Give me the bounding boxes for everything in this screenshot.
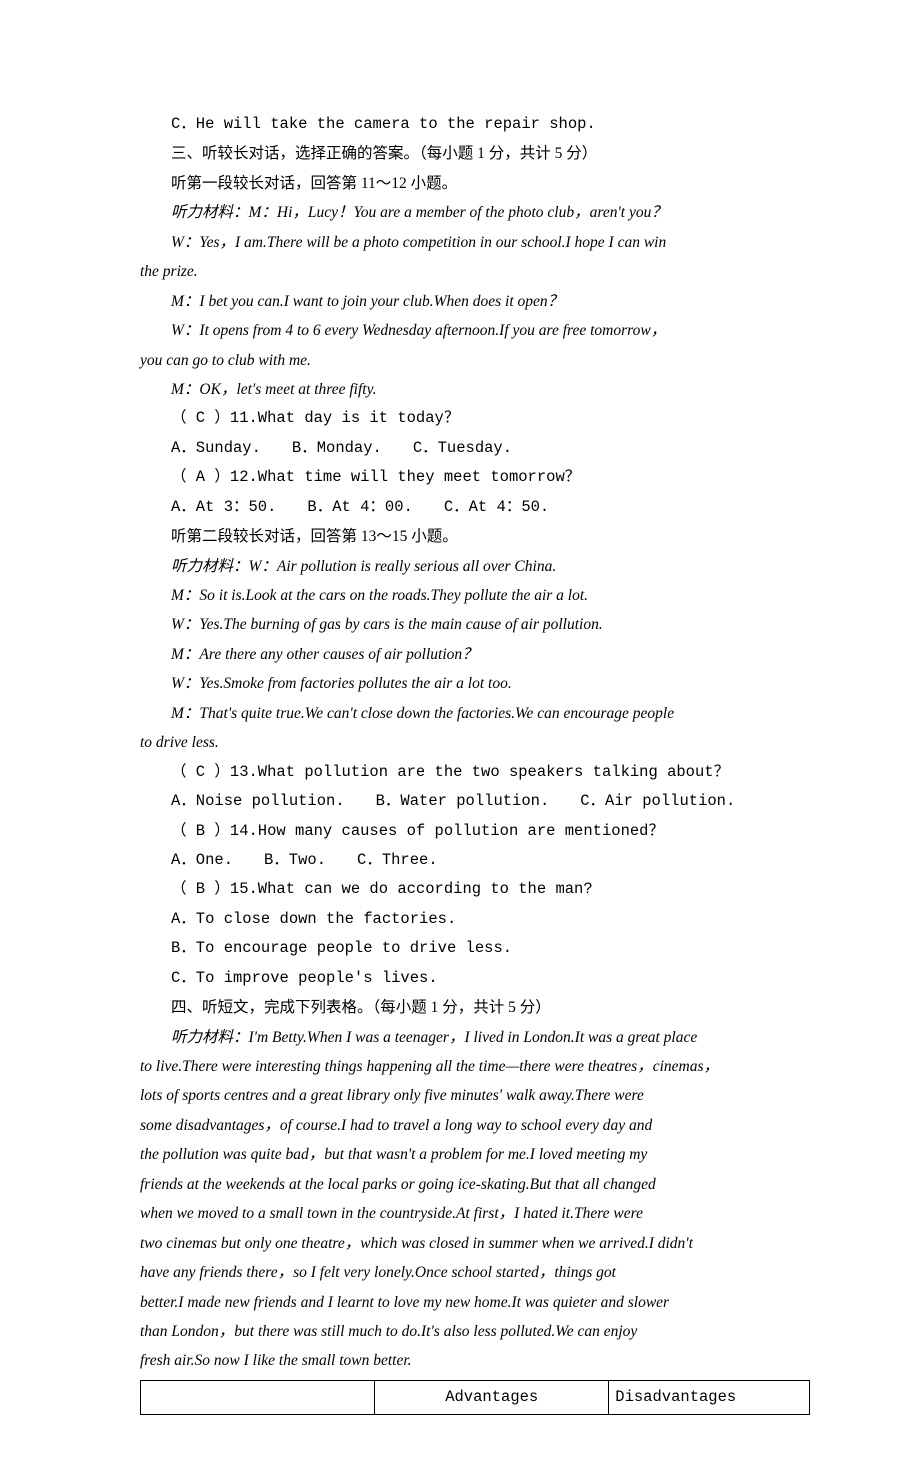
question-11: （ C ）11.What day is it today？ — [140, 404, 810, 433]
question-13-options: A．Noise pollution. B．Water pollution. C．… — [140, 787, 810, 816]
dialog1-line-wrap: you can go to club with me. — [140, 346, 810, 375]
question-15-option-b: B．To encourage people to drive less. — [140, 934, 810, 963]
section-3-sub1: 听第一段较长对话，回答第 11～12 小题。 — [140, 169, 810, 198]
question-13: （ C ）13.What pollution are the two speak… — [140, 758, 810, 787]
passage-line: have any friends there，so I felt very lo… — [140, 1258, 810, 1287]
dialog1-line: M：I bet you can.I want to join your club… — [140, 287, 810, 316]
table-header-empty — [141, 1380, 375, 1414]
dialog1-line: 听力材料：M：Hi，Lucy！You are a member of the p… — [140, 198, 810, 227]
dialog2-line-wrap: to drive less. — [140, 728, 810, 757]
question-15: （ B ）15.What can we do according to the … — [140, 875, 810, 904]
question-15-option-a: A．To close down the factories. — [140, 905, 810, 934]
question-15-option-c: C．To improve people's lives. — [140, 964, 810, 993]
passage-line: lots of sports centres and a great libra… — [140, 1081, 810, 1110]
passage-line: friends at the weekends at the local par… — [140, 1170, 810, 1199]
option-c-text: C．He will take the camera to the repair … — [140, 110, 810, 139]
advantages-table: Advantages Disadvantages — [140, 1380, 810, 1415]
passage-line: when we moved to a small town in the cou… — [140, 1199, 810, 1228]
passage-line: the pollution was quite bad，but that was… — [140, 1140, 810, 1169]
dialog1-line: W：Yes，I am.There will be a photo competi… — [140, 228, 810, 257]
passage-line: 听力材料：I'm Betty.When I was a teenager，I l… — [140, 1023, 810, 1052]
question-14: （ B ）14.How many causes of pollution are… — [140, 817, 810, 846]
question-12-options: A．At 3：50. B．At 4：00. C．At 4：50. — [140, 493, 810, 522]
dialog1-line: W：It opens from 4 to 6 every Wednesday a… — [140, 316, 810, 345]
passage-line: to live.There were interesting things ha… — [140, 1052, 810, 1081]
passage-line: better.I made new friends and I learnt t… — [140, 1288, 810, 1317]
page-content: C．He will take the camera to the repair … — [0, 0, 920, 1475]
passage-line: fresh air.So now I like the small town b… — [140, 1346, 810, 1375]
table-row: Advantages Disadvantages — [141, 1380, 810, 1414]
dialog1-line: M：OK，let's meet at three fifty. — [140, 375, 810, 404]
section-3-title: 三、听较长对话，选择正确的答案。（每小题 1 分，共计 5 分） — [140, 139, 810, 168]
dialog2-line: W：Yes.Smoke from factories pollutes the … — [140, 669, 810, 698]
dialog2-line: M：So it is.Look at the cars on the roads… — [140, 581, 810, 610]
passage-line: two cinemas but only one theatre，which w… — [140, 1229, 810, 1258]
question-12: （ A ）12.What time will they meet tomorro… — [140, 463, 810, 492]
table-header-advantages: Advantages — [375, 1380, 609, 1414]
dialog2-line: M：That's quite true.We can't close down … — [140, 699, 810, 728]
question-11-options: A．Sunday. B．Monday. C．Tuesday. — [140, 434, 810, 463]
question-14-options: A．One. B．Two. C．Three. — [140, 846, 810, 875]
table-header-disadvantages: Disadvantages — [609, 1380, 810, 1414]
dialog2-line: W：Yes.The burning of gas by cars is the … — [140, 610, 810, 639]
section-4-title: 四、听短文，完成下列表格。（每小题 1 分，共计 5 分） — [140, 993, 810, 1022]
passage-line: than London，but there was still much to … — [140, 1317, 810, 1346]
dialog2-line: M：Are there any other causes of air poll… — [140, 640, 810, 669]
dialog2-line: 听力材料：W：Air pollution is really serious a… — [140, 552, 810, 581]
dialog1-line-wrap: the prize. — [140, 257, 810, 286]
section-3-sub2: 听第二段较长对话，回答第 13～15 小题。 — [140, 522, 810, 551]
passage-line: some disadvantages，of course.I had to tr… — [140, 1111, 810, 1140]
